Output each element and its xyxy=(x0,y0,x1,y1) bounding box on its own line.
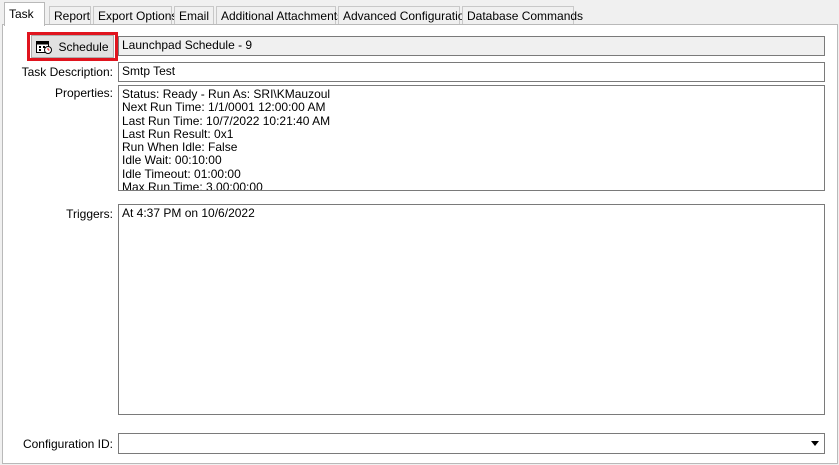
properties-label: Properties: xyxy=(54,86,113,100)
task-description-field[interactable]: Smtp Test xyxy=(118,62,825,82)
tab-strip: Task Report Export Options Email Additio… xyxy=(2,0,839,26)
configuration-id-combobox[interactable] xyxy=(118,433,825,454)
tab-additional-attachments[interactable]: Additional Attachments xyxy=(216,6,343,24)
triggers-label: Triggers: xyxy=(66,207,113,221)
schedule-highlight-box xyxy=(27,32,118,61)
properties-box: Status: Ready - Run As: SRI\KMauzoul Nex… xyxy=(118,85,825,191)
properties-line: Run When Idle: False xyxy=(122,140,238,155)
tab-export-options[interactable]: Export Options xyxy=(93,6,177,24)
schedule-name-field: Launchpad Schedule - 9 xyxy=(118,36,825,56)
properties-line: Last Run Result: 0x1 xyxy=(122,126,234,141)
triggers-list[interactable]: At 4:37 PM on 10/6/2022 xyxy=(118,204,825,415)
properties-line: Idle Wait: 00:10:00 xyxy=(122,153,222,168)
tab-report[interactable]: Report xyxy=(49,6,91,24)
properties-line: Max Run Time: 3.00:00:00 xyxy=(122,180,263,191)
task-description-label: Task Description: xyxy=(21,65,113,79)
trigger-item[interactable]: At 4:37 PM on 10/6/2022 xyxy=(122,206,821,220)
chevron-down-icon[interactable] xyxy=(807,435,823,452)
properties-line: Last Run Time: 10/7/2022 10:21:40 AM xyxy=(122,113,331,128)
tab-advanced-configuration[interactable]: Advanced Configuration xyxy=(338,6,471,24)
properties-line: Next Run Time: 1/1/0001 12:00:00 AM xyxy=(122,100,326,115)
configuration-id-label: Configuration ID: xyxy=(22,437,113,451)
tab-email[interactable]: Email xyxy=(174,6,214,24)
properties-line: Status: Ready - Run As: SRI\KMauzoul xyxy=(122,87,331,101)
tab-task[interactable]: Task xyxy=(4,2,45,26)
properties-line: Idle Timeout: 01:00:00 xyxy=(122,166,241,181)
tab-database-commands[interactable]: Database Commands xyxy=(462,6,583,24)
